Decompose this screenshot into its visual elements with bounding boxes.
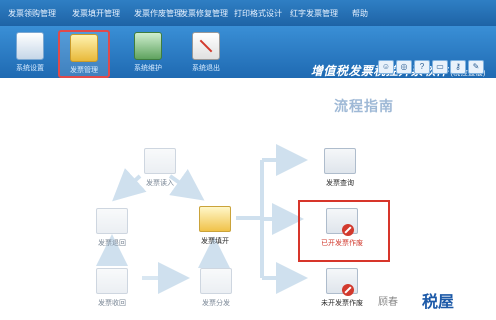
- key-icon[interactable]: ⚷: [450, 60, 466, 74]
- menu-invoice-repair[interactable]: 发票修复管理: [180, 8, 228, 19]
- menu-red-invoice[interactable]: 红字发票管理: [290, 8, 338, 19]
- menu-help[interactable]: 帮助: [352, 8, 368, 19]
- toolbar-invoice-management-button[interactable]: 发票管理: [58, 30, 110, 78]
- invoice-return-node[interactable]: 发票退回: [88, 208, 136, 248]
- issued-invoice-void-node[interactable]: 已开发票作废: [304, 208, 380, 248]
- invoice-read-node[interactable]: 发票读入: [136, 148, 184, 188]
- invoice-distribute-icon: [200, 268, 232, 294]
- help-icon[interactable]: ?: [414, 60, 430, 74]
- toolbar-settings-button[interactable]: 系统设置: [6, 30, 54, 74]
- exit-icon: [192, 32, 220, 60]
- flow-panel: [0, 78, 496, 320]
- globe-icon[interactable]: ◎: [396, 60, 412, 74]
- invoice-management-icon: [70, 34, 98, 62]
- toolbar-exit-button[interactable]: 系统退出: [182, 30, 230, 74]
- flow-arrows: [96, 144, 308, 294]
- invoice-query-node[interactable]: 发票查询: [314, 148, 366, 188]
- settings-icon: [16, 32, 44, 60]
- invoice-issue-icon: [199, 206, 231, 232]
- flow-guide-title: 流程指南: [334, 98, 394, 114]
- invoice-recover-icon: [96, 268, 128, 294]
- invoice-return-icon: [96, 208, 128, 234]
- user-icon[interactable]: ☺: [378, 60, 394, 74]
- invoice-recover-node[interactable]: 发票收回: [88, 268, 136, 308]
- invoice-read-icon: [144, 148, 176, 174]
- maintenance-icon: [134, 32, 162, 60]
- window-icon[interactable]: ▭: [432, 60, 448, 74]
- menu-invoice-purchase[interactable]: 发票领购管理: [8, 8, 56, 19]
- prohibit-icon: [342, 224, 354, 236]
- toolbar-maintenance-button[interactable]: 系统维护: [124, 30, 172, 74]
- issued-void-icon: [326, 208, 358, 236]
- menu-bar: 发票领购管理 发票填开管理 发票作废管理 发票修复管理 打印格式设计 红字发票管…: [0, 0, 496, 26]
- invoice-issue-node[interactable]: 发票填开: [192, 206, 238, 246]
- tools-icon[interactable]: ✎: [468, 60, 484, 74]
- invoice-distribute-node[interactable]: 发票分发: [192, 268, 240, 308]
- invoice-query-icon: [324, 148, 356, 174]
- menu-invoice-issue[interactable]: 发票填开管理: [72, 8, 120, 19]
- watermark: 顾春 税屋: [378, 294, 455, 311]
- menu-print-format[interactable]: 打印格式设计: [234, 8, 282, 19]
- menu-invoice-void[interactable]: 发票作废管理: [134, 8, 182, 19]
